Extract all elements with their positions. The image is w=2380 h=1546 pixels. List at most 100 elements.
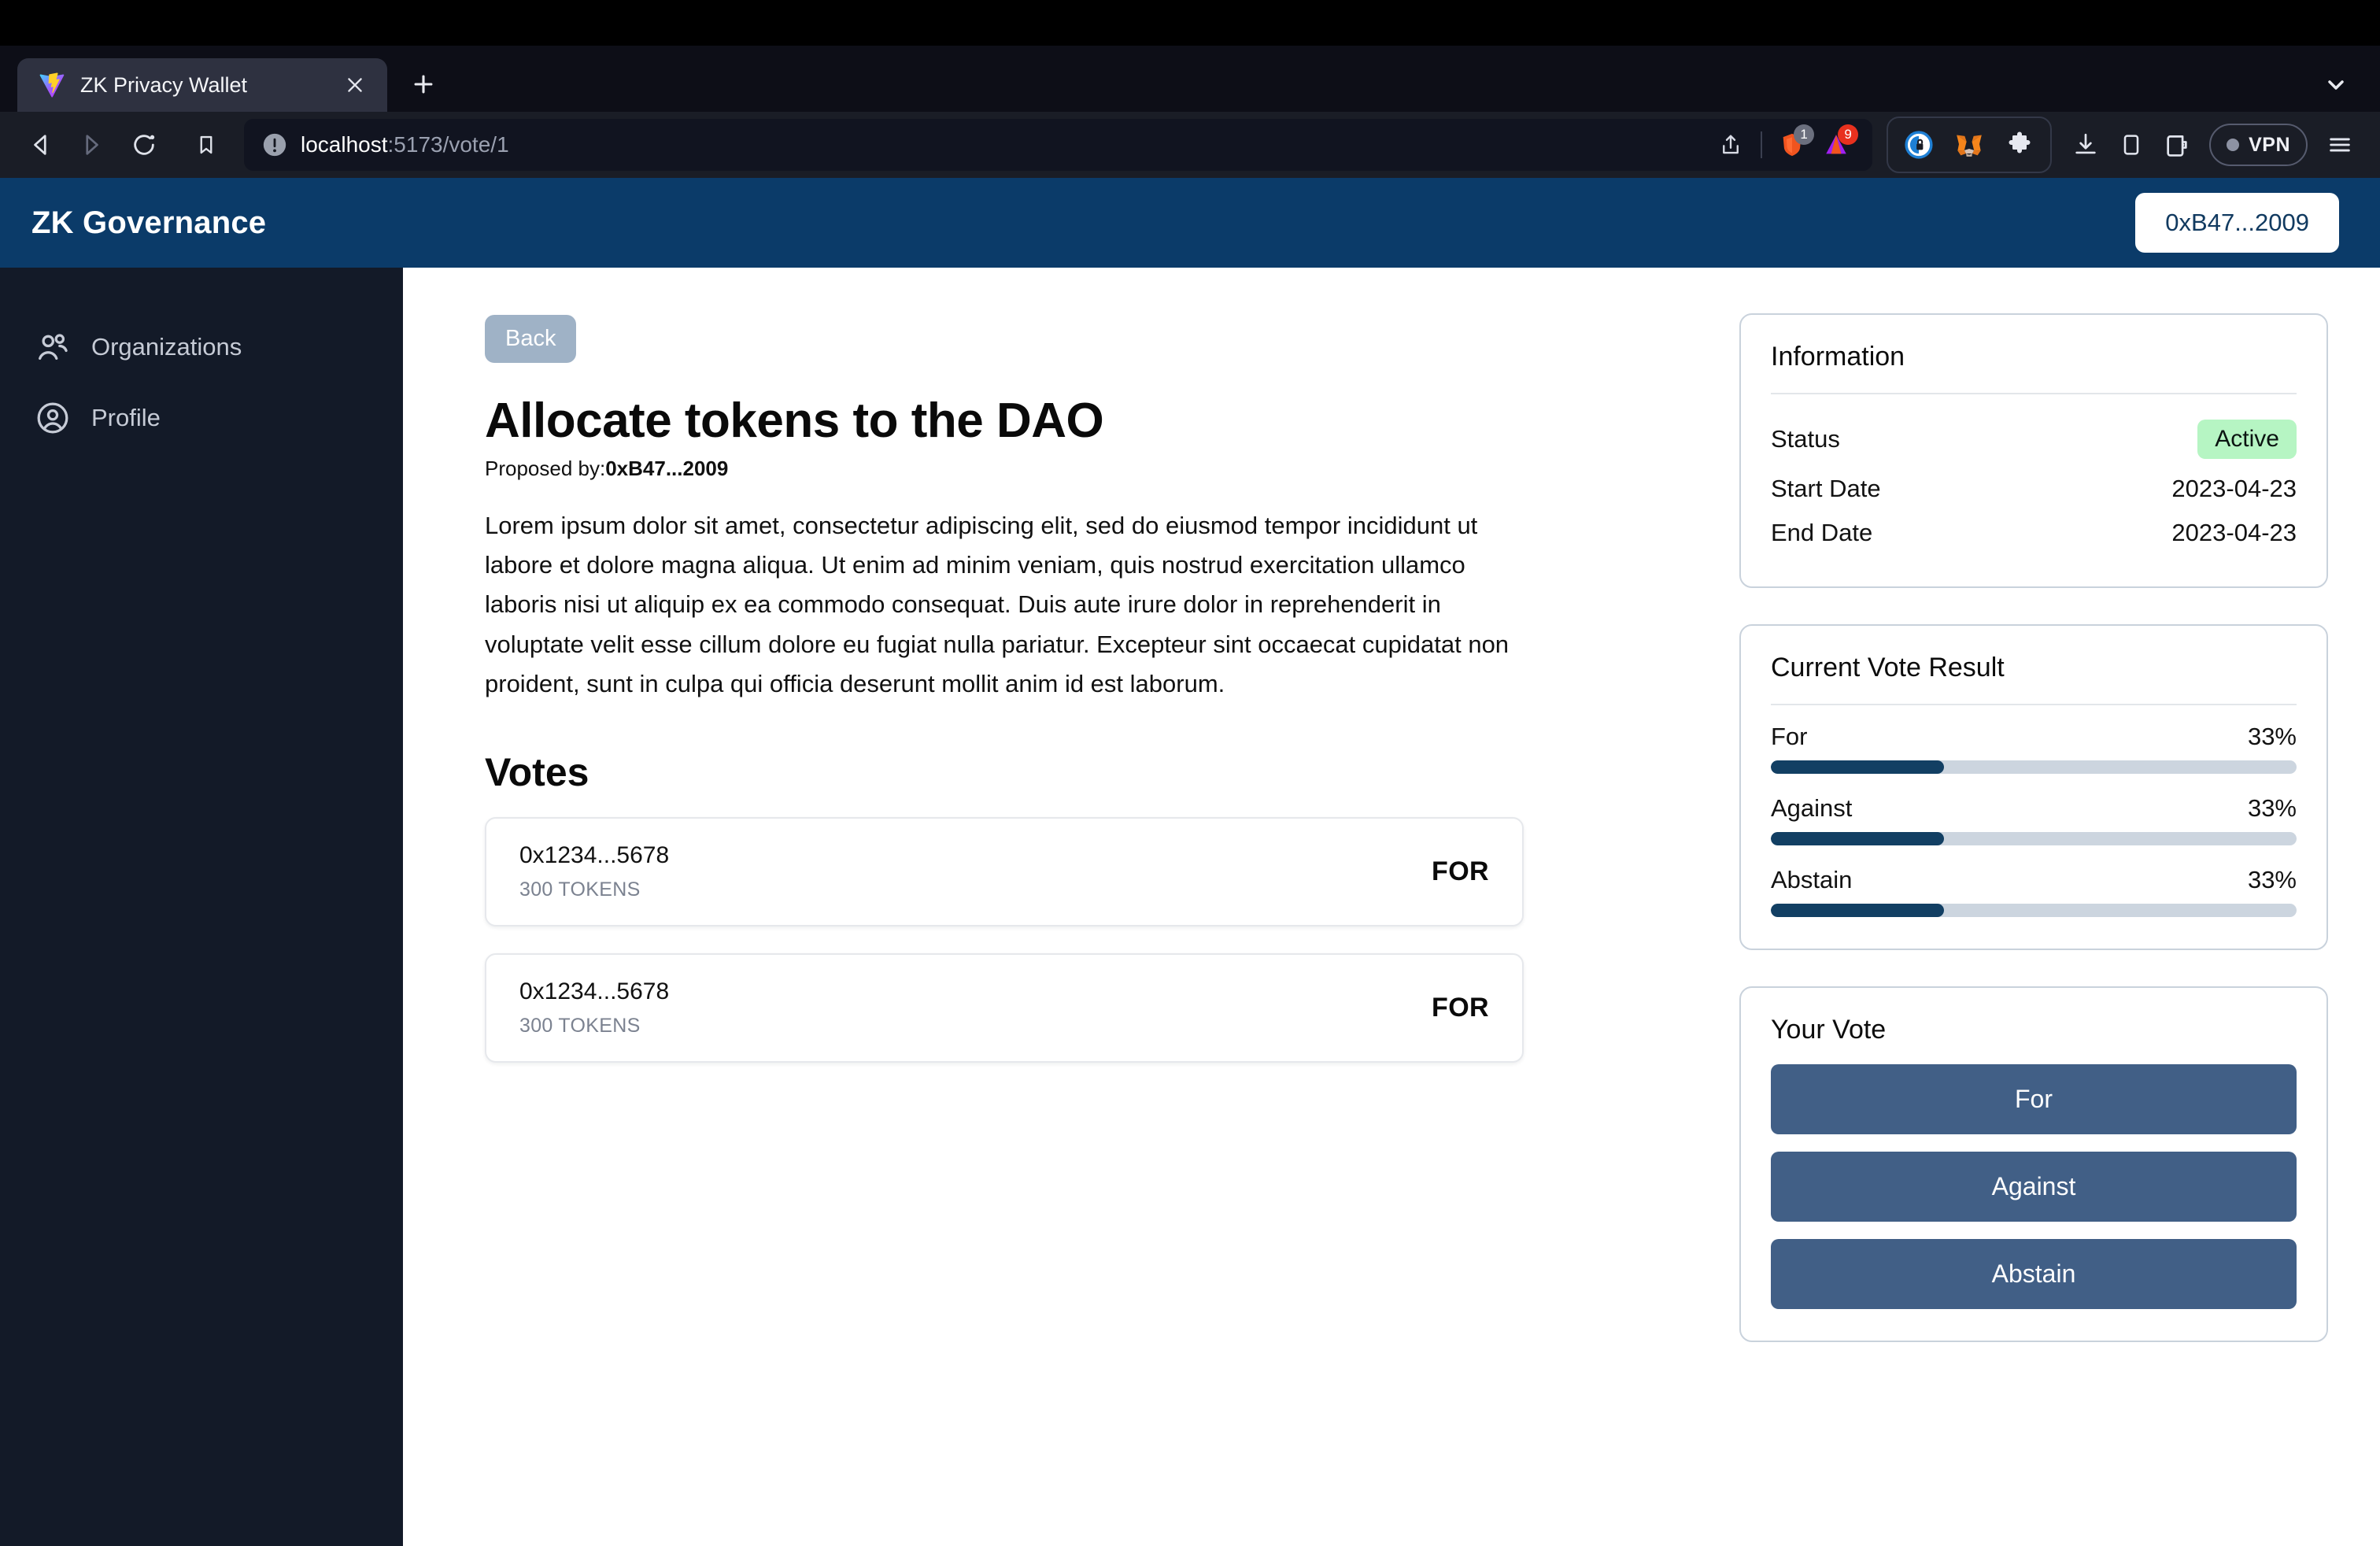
url-path: :5173/vote/1 (387, 132, 509, 157)
result-header: Against 33% (1771, 794, 2297, 823)
back-button[interactable]: Back (485, 315, 577, 363)
progress-fill (1771, 904, 1945, 917)
vpn-label: VPN (2249, 133, 2290, 156)
sidebar: Organizations Profile (0, 268, 403, 1546)
metamask-extension-icon[interactable] (1946, 122, 1992, 168)
url-host: localhost (301, 132, 388, 157)
vpn-toggle[interactable]: VPN (2209, 124, 2308, 166)
vote-result-card-title: Current Vote Result (1771, 653, 2005, 682)
tab-strip: ZK Privacy Wallet (0, 46, 2380, 112)
address-bar-region: localhost:5173/vote/1 1 9 (183, 119, 1873, 171)
result-percent: 33% (2247, 866, 2297, 893)
result-label: For (1771, 723, 1808, 750)
result-label: Abstain (1771, 866, 1853, 893)
vote-token-amount: 300 TOKENS (519, 1015, 641, 1037)
result-row-for: For 33% (1771, 723, 2297, 774)
divider (1771, 393, 2297, 394)
brave-rewards-icon[interactable]: 9 (1814, 123, 1859, 167)
result-header: For 33% (1771, 723, 2297, 751)
url-bar-actions: 1 9 (1709, 123, 1859, 167)
page-title: Allocate tokens to the DAO (485, 394, 1104, 448)
proposal-description: Lorem ipsum dolor sit amet, consectetur … (485, 512, 1510, 697)
voter-address: 0x1234...5678 (519, 842, 670, 869)
page-content: Back Allocate tokens to the DAO Proposed… (403, 268, 2380, 1546)
start-date-value: 2023-04-23 (2171, 475, 2297, 502)
users-icon (39, 334, 68, 361)
table-row[interactable]: 0x1234...5678 300 TOKENS FOR (485, 953, 1524, 1063)
rewards-badge: 9 (1838, 124, 1859, 145)
progress-track (1771, 904, 2297, 917)
voter-address: 0x1234...5678 (519, 978, 670, 1005)
extensions-puzzle-icon[interactable] (1997, 122, 2042, 168)
new-tab-button[interactable] (398, 59, 449, 109)
brave-shields-icon[interactable]: 1 (1770, 123, 1815, 167)
vote-card-details: 0x1234...5678 300 TOKENS (519, 842, 669, 901)
app-body: Organizations Profile Back Allocate toke… (0, 268, 2380, 1546)
sidebar-item-label: Organizations (91, 333, 242, 361)
tab-title: ZK Privacy Wallet (80, 72, 248, 97)
information-card-title: Information (1771, 342, 1905, 372)
user-circle-icon (37, 402, 68, 434)
vote-against-button[interactable]: Against (1771, 1152, 2297, 1222)
progress-fill (1771, 760, 1945, 774)
progress-fill (1771, 832, 1945, 845)
vote-choice: FOR (1432, 856, 1489, 887)
brave-wallet-icon[interactable] (2154, 122, 2200, 168)
divider (1771, 704, 2297, 705)
proposed-by-address: 0xB47...2009 (605, 457, 729, 480)
sidebar-item-organizations[interactable]: Organizations (0, 312, 403, 383)
vote-abstain-button[interactable]: Abstain (1771, 1239, 2297, 1309)
proposed-by: Proposed by:0xB47...2009 (485, 457, 1703, 481)
your-vote-card: Your Vote For Against Abstain (1739, 986, 2328, 1342)
page-viewport: ZK Governance 0xB47...2009 Organizations (0, 178, 2380, 1546)
end-date-value: 2023-04-23 (2171, 519, 2297, 546)
result-header: Abstain 33% (1771, 866, 2297, 894)
proposal-main-column: Back Allocate tokens to the DAO Proposed… (403, 268, 1703, 1546)
status-row: Status Active (1771, 412, 2297, 467)
close-icon[interactable] (340, 70, 370, 100)
your-vote-card-title: Your Vote (1771, 1015, 1887, 1045)
chevron-down-icon[interactable] (2314, 63, 2358, 107)
start-date-label: Start Date (1771, 475, 1881, 502)
url-text: localhost:5173/vote/1 (301, 132, 1696, 157)
bookmark-icon[interactable] (183, 121, 230, 168)
browser-window: ZK Privacy Wallet localhost:5173/vote/1 … (0, 0, 2380, 1546)
not-secure-info-icon[interactable] (261, 131, 288, 158)
status-label: Status (1771, 425, 1840, 453)
downloads-icon[interactable] (2063, 122, 2108, 168)
browser-tab[interactable]: ZK Privacy Wallet (17, 58, 387, 112)
result-label: Against (1771, 794, 1853, 822)
window-titlebar (0, 0, 2380, 46)
vite-logo-icon (39, 72, 65, 98)
information-card: Information Status Active Start Date 202… (1739, 313, 2328, 588)
hamburger-menu-icon[interactable] (2317, 122, 2363, 168)
privacy-badger-extension-icon[interactable] (1896, 122, 1942, 168)
share-icon[interactable] (1709, 123, 1753, 167)
vote-card-details: 0x1234...5678 300 TOKENS (519, 978, 669, 1037)
result-row-abstain: Abstain 33% (1771, 866, 2297, 917)
url-bar[interactable]: localhost:5173/vote/1 1 9 (244, 119, 1873, 171)
result-row-against: Against 33% (1771, 794, 2297, 845)
shields-badge: 1 (1794, 124, 1815, 145)
progress-track (1771, 760, 2297, 774)
vote-for-button[interactable]: For (1771, 1064, 2297, 1134)
sidebar-toggle-icon[interactable] (2108, 122, 2154, 168)
reload-icon[interactable] (120, 120, 168, 169)
sidebar-item-profile[interactable]: Profile (0, 383, 403, 453)
extensions-group (1887, 117, 2053, 173)
forward-arrow-icon (66, 120, 115, 169)
result-percent: 33% (2247, 794, 2297, 822)
app-header: ZK Governance 0xB47...2009 (0, 178, 2380, 268)
proposed-by-label: Proposed by: (485, 457, 606, 480)
table-row[interactable]: 0x1234...5678 300 TOKENS FOR (485, 817, 1524, 927)
wallet-address-button[interactable]: 0xB47...2009 (2135, 193, 2339, 253)
end-date-label: End Date (1771, 519, 1873, 546)
back-arrow-icon[interactable] (17, 120, 66, 169)
vpn-status-dot (2227, 139, 2240, 151)
proposal-sidebar-column: Information Status Active Start Date 202… (1703, 268, 2380, 1546)
result-percent: 33% (2247, 723, 2297, 750)
votes-list: 0x1234...5678 300 TOKENS FOR 0x1234...56… (485, 817, 1524, 1063)
start-date-row: Start Date 2023-04-23 (1771, 467, 2297, 511)
vote-result-card: Current Vote Result For 33% Against 33% … (1739, 624, 2328, 950)
browser-toolbar: localhost:5173/vote/1 1 9 VPN (0, 112, 2380, 178)
